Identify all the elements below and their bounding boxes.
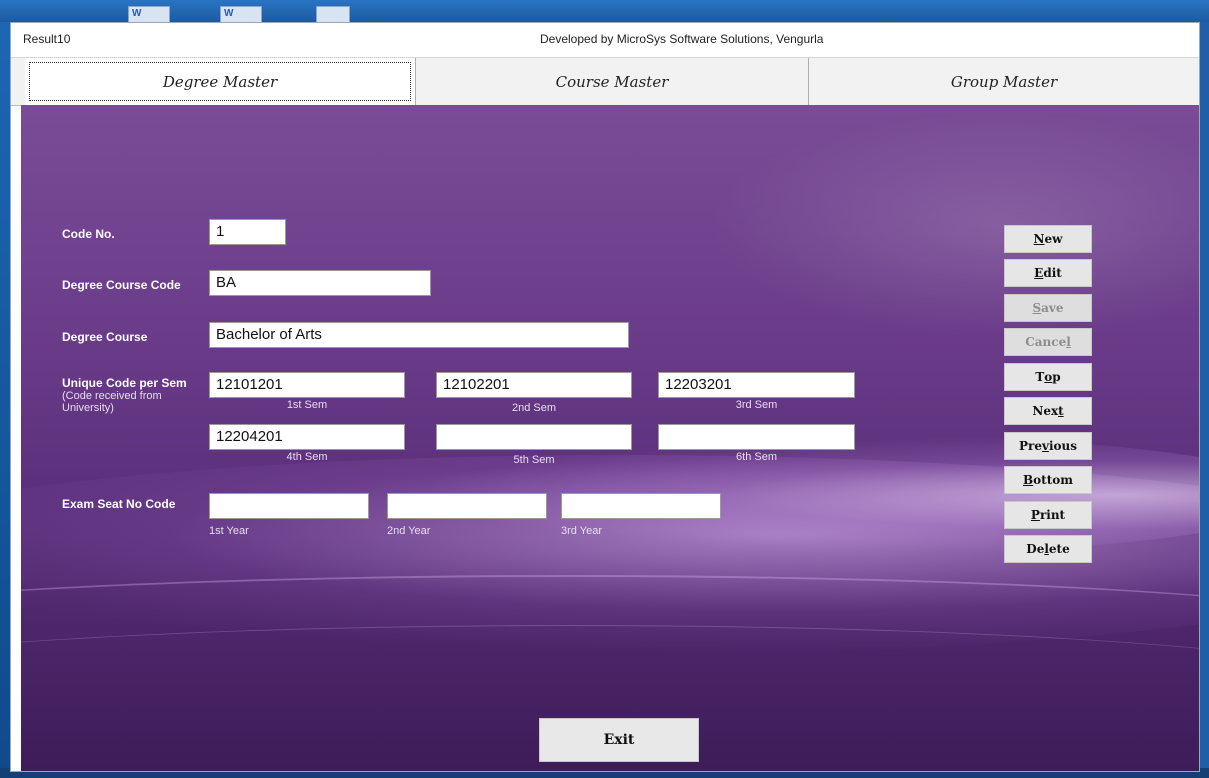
tab-label: Group Master	[950, 72, 1058, 91]
unique-code-note: (Code received from	[62, 390, 162, 402]
degree-master-panel: Code No. 1 Degree Course Code BA Degree …	[21, 105, 1199, 771]
btn-text: De	[1026, 542, 1045, 556]
btn-hotkey: l	[1066, 335, 1071, 349]
degree-course-code-field[interactable]: BA	[209, 270, 431, 296]
btn-text: dit	[1043, 266, 1062, 280]
btn-hotkey: N	[1033, 232, 1045, 246]
btn-text: T	[1035, 370, 1045, 384]
tab-label: Course Master	[555, 72, 669, 91]
new-button[interactable]: New	[1004, 225, 1092, 253]
sem-3-code-field[interactable]: 12203201	[658, 372, 855, 398]
app-window: Result10 Developed by MicroSys Software …	[10, 22, 1200, 772]
degree-course-code-label: Degree Course Code	[62, 278, 181, 292]
btn-hotkey: B	[1023, 473, 1034, 487]
btn-hotkey: P	[1030, 508, 1040, 522]
btn-text: rint	[1039, 508, 1066, 522]
btn-text: Cance	[1025, 335, 1067, 349]
year-2-seat-field[interactable]	[387, 493, 547, 519]
desktop-strip: W W	[0, 0, 1209, 24]
sem-3-caption: 3rd Sem	[735, 399, 778, 411]
btn-text: ew	[1044, 232, 1063, 246]
degree-course-field[interactable]: Bachelor of Arts	[209, 322, 629, 348]
degree-course-label: Degree Course	[62, 330, 148, 344]
tab-course-master[interactable]: Course Master	[416, 58, 809, 105]
sem-2-caption: 2nd Sem	[511, 402, 557, 414]
tab-strip: Degree Master Course Master Group Master	[11, 58, 1199, 106]
btn-text: ete	[1048, 542, 1070, 556]
focus-rectangle	[29, 62, 411, 101]
btn-hotkey: t	[1058, 404, 1064, 418]
desktop-edge	[0, 22, 10, 778]
btn-text: ave	[1041, 301, 1064, 315]
btn-text: ottom	[1033, 473, 1073, 487]
sem-4-code-field[interactable]: 12204201	[209, 424, 405, 450]
delete-button[interactable]: De l ete	[1004, 535, 1092, 563]
btn-text: Pre	[1018, 439, 1042, 453]
next-button[interactable]: Nex t	[1004, 397, 1092, 425]
title-bar: Result10 Developed by MicroSys Software …	[11, 23, 1199, 58]
app-title: Result10	[23, 32, 71, 46]
cancel-button[interactable]: Cance l	[1004, 328, 1092, 356]
btn-hotkey: o	[1044, 370, 1053, 384]
top-button[interactable]: Top	[1004, 363, 1092, 391]
previous-button[interactable]: Pre v ious	[1004, 432, 1092, 460]
bottom-button[interactable]: Bottom	[1004, 466, 1092, 494]
sem-5-caption: 5th Sem	[513, 454, 555, 466]
btn-hotkey: E	[1034, 266, 1044, 280]
unique-code-label: Unique Code per Sem	[62, 376, 187, 390]
developer-credit: Developed by MicroSys Software Solutions…	[540, 32, 824, 46]
sem-4-caption: 4th Sem	[286, 451, 328, 463]
year-1-caption: 1st Year	[209, 525, 249, 537]
code-no-label: Code No.	[62, 227, 115, 241]
sem-5-code-field[interactable]	[436, 424, 632, 450]
btn-text: Nex	[1032, 404, 1059, 418]
btn-text: p	[1052, 370, 1061, 384]
sem-1-caption: 1st Sem	[286, 399, 328, 411]
btn-text: ious	[1048, 439, 1077, 453]
year-2-caption: 2nd Year	[387, 525, 431, 537]
exam-seat-label: Exam Seat No Code	[62, 497, 176, 511]
year-3-caption: 3rd Year	[561, 525, 602, 537]
sem-6-caption: 6th Sem	[736, 451, 777, 463]
btn-hotkey: S	[1032, 301, 1042, 315]
unique-code-note: University)	[62, 402, 114, 414]
year-3-seat-field[interactable]	[561, 493, 721, 519]
sem-2-code-field[interactable]: 12102201	[436, 372, 632, 398]
exit-button[interactable]: Exit	[539, 718, 699, 762]
year-1-seat-field[interactable]	[209, 493, 369, 519]
tab-group-master[interactable]: Group Master	[809, 58, 1199, 105]
sem-1-code-field[interactable]: 12101201	[209, 372, 405, 398]
code-no-field[interactable]: 1	[209, 219, 286, 245]
btn-hotkey: v	[1041, 439, 1049, 453]
print-button[interactable]: Print	[1004, 501, 1092, 529]
save-button[interactable]: Save	[1004, 294, 1092, 322]
tab-degree-master[interactable]: Degree Master	[25, 58, 416, 105]
sem-6-code-field[interactable]	[658, 424, 855, 450]
edit-button[interactable]: Edit	[1004, 259, 1092, 287]
